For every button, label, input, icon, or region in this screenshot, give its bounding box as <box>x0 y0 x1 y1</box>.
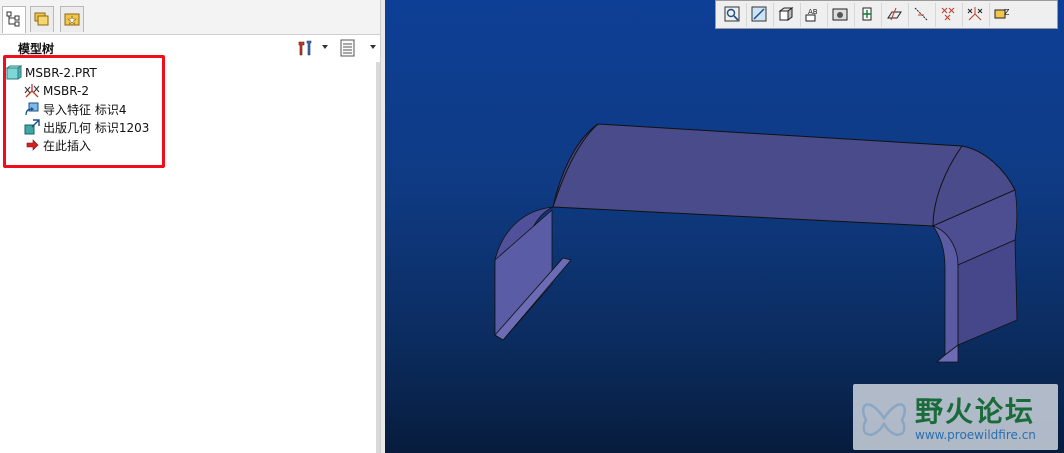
zoom-in-button[interactable] <box>747 2 774 27</box>
view-toolbar: AB Z <box>715 0 1058 29</box>
navigator-tabs <box>0 0 380 35</box>
tree-settings-button[interactable] <box>296 39 328 57</box>
spin-center-button[interactable] <box>855 2 882 27</box>
folder-browser-icon <box>34 12 49 26</box>
watermark: 野火论坛 www.proewildfire.cn <box>853 384 1058 450</box>
highlight-box <box>3 55 165 168</box>
zoom-fit-icon <box>724 6 740 21</box>
svg-text:Z: Z <box>1004 8 1010 17</box>
datum-axes-icon <box>914 7 928 20</box>
favorites-icon <box>64 13 80 26</box>
chevron-down-icon <box>322 45 328 49</box>
saved-views-button[interactable] <box>828 2 855 27</box>
model-tree-panel: 模型树 MSBR-2.PRT MSBR-2 导入特征 标识4 出版几何 标识12… <box>0 0 380 453</box>
watermark-url: www.proewildfire.cn <box>915 428 1036 442</box>
datum-planes-icon <box>887 7 902 20</box>
tree-show-button[interactable] <box>338 39 376 57</box>
datum-points-icon <box>941 7 955 20</box>
coordinate-systems-icon <box>967 6 983 20</box>
annotation-display-icon: AB <box>805 8 818 21</box>
tab-favorites[interactable] <box>60 6 84 32</box>
datum-points-button[interactable] <box>936 2 963 27</box>
spin-center-icon <box>862 7 872 20</box>
saved-views-icon <box>832 8 848 20</box>
model-tree-icon <box>6 11 20 27</box>
annotations-icon: Z <box>994 8 1010 18</box>
shaded-cube-button[interactable] <box>774 2 801 27</box>
tree-show-icon <box>340 39 355 57</box>
graphics-viewport[interactable]: AB Z 野火论坛 www.proewildfire.cn <box>385 0 1064 453</box>
datum-axes-button[interactable] <box>909 2 936 27</box>
zoom-in-icon <box>751 6 767 21</box>
datum-planes-button[interactable] <box>882 2 909 27</box>
tab-folder-browser[interactable] <box>30 6 54 32</box>
watermark-title: 野火论坛 <box>915 395 1036 428</box>
tree-settings-icon <box>298 40 312 56</box>
coordinate-systems-button[interactable] <box>963 2 990 27</box>
annotation-display-button[interactable]: AB <box>801 2 828 27</box>
zoom-fit-button[interactable] <box>720 2 747 27</box>
chevron-down-icon <box>370 45 376 49</box>
annotations-button[interactable]: Z <box>990 3 1016 27</box>
butterfly-logo-icon <box>861 403 907 436</box>
shaded-cube-icon <box>778 6 794 21</box>
tab-model-tree[interactable] <box>2 6 26 33</box>
